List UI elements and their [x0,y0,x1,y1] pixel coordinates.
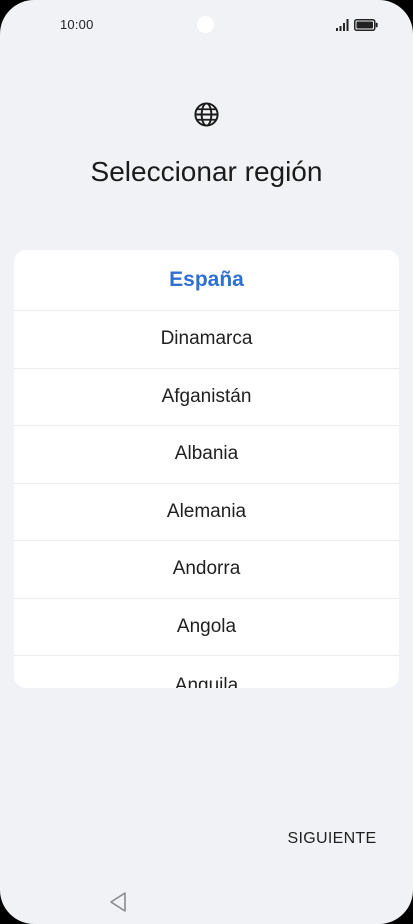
globe-icon [194,102,219,127]
region-item-selected[interactable]: España [14,250,399,311]
back-icon[interactable] [107,890,129,914]
status-icons [336,18,380,32]
status-time: 10:00 [60,17,94,32]
next-button[interactable]: SIGUIENTE [280,826,384,852]
region-item-angola[interactable]: Angola [14,599,399,656]
region-item-alemania[interactable]: Alemania [14,484,399,541]
screen: 10:00 Seleccionar región España Dinamarc… [0,0,413,924]
region-item-afganistan[interactable]: Afganistán [14,369,399,426]
region-list[interactable]: España Dinamarca Afganistán Albania Alem… [14,250,399,688]
status-bar: 10:00 [0,0,413,50]
battery-icon [354,19,378,31]
signal-icon [336,19,349,31]
region-item-andorra[interactable]: Andorra [14,541,399,599]
front-camera [197,16,214,33]
region-item-dinamarca[interactable]: Dinamarca [14,311,399,369]
page-title: Seleccionar región [90,156,323,187]
region-item-albania[interactable]: Albania [14,426,399,484]
region-item-anguila[interactable]: Anguila [14,656,399,688]
